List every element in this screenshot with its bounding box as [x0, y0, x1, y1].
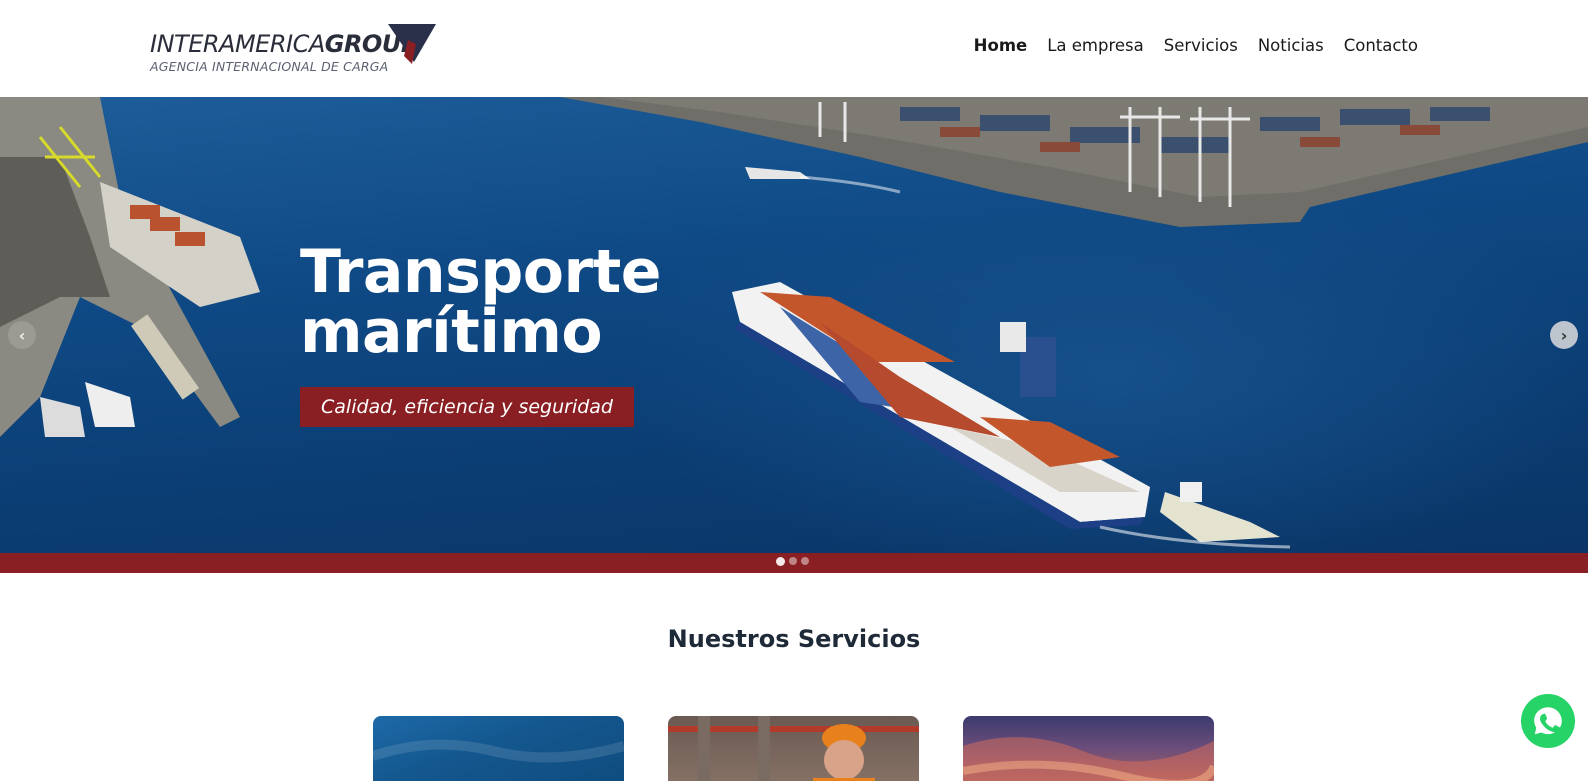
- slider-dots: [776, 556, 809, 566]
- whatsapp-button[interactable]: [1521, 694, 1575, 748]
- logo-mark-icon: [388, 24, 436, 64]
- slider-dot-1[interactable]: [776, 556, 785, 566]
- hero-slider: Transporte marítimo Calidad, eficiencia y…: [0, 97, 1588, 553]
- services-cards: [373, 716, 1214, 781]
- service-card-2-image: [668, 716, 919, 781]
- site-header: INTERAMERICAGROUP AGENCIA INTERNACIONAL …: [0, 0, 1588, 97]
- nav-item-home[interactable]: Home: [974, 36, 1028, 55]
- service-card-1[interactable]: [373, 716, 624, 781]
- slider-next-button[interactable]: ›: [1550, 321, 1578, 349]
- nav-item-la-empresa[interactable]: La empresa: [1047, 36, 1144, 55]
- nav-item-contacto[interactable]: Contacto: [1344, 36, 1418, 55]
- service-card-3-image: [963, 737, 1214, 781]
- slider-dot-2[interactable]: [789, 557, 797, 565]
- nav-item-noticias[interactable]: Noticias: [1258, 36, 1324, 55]
- port-scene-image: [0, 97, 1588, 549]
- service-card-3[interactable]: [963, 716, 1214, 781]
- hero-tagline: Calidad, eficiencia y seguridad: [300, 387, 634, 427]
- logo-wordmark: INTERAMERICAGROUP: [150, 30, 418, 58]
- whatsapp-icon: [1534, 707, 1562, 735]
- slider-prev-button[interactable]: ‹: [8, 321, 36, 349]
- chevron-right-icon: ›: [1560, 325, 1568, 345]
- service-card-1-image: [373, 739, 624, 763]
- slider-pagination-bar: [0, 553, 1588, 573]
- chevron-left-icon: ‹: [18, 325, 26, 345]
- logo[interactable]: INTERAMERICAGROUP AGENCIA INTERNACIONAL …: [150, 22, 450, 74]
- main-nav: Home La empresa Servicios Noticias Conta…: [974, 36, 1418, 55]
- hero-title: Transporte marítimo: [300, 237, 661, 367]
- service-card-2[interactable]: [668, 716, 919, 781]
- services-heading: Nuestros Servicios: [667, 625, 921, 653]
- nav-item-servicios[interactable]: Servicios: [1164, 36, 1238, 55]
- logo-tagline: AGENCIA INTERNACIONAL DE CARGA: [150, 59, 389, 74]
- slider-dot-3[interactable]: [801, 557, 809, 565]
